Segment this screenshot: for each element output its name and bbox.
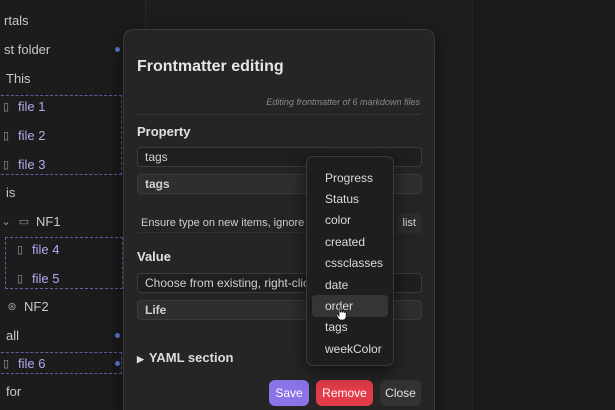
file-icon: ▯: [16, 243, 24, 256]
file-icon: ▯: [2, 158, 10, 171]
file-icon: ▯: [2, 100, 10, 113]
list-toggle-button[interactable]: list: [396, 213, 422, 233]
divider: [137, 114, 421, 115]
sidebar-item-label: NF2: [24, 298, 49, 314]
file-icon: ▯: [2, 129, 10, 142]
sidebar-item-label: all: [6, 327, 20, 343]
chevron-right-icon: ▶: [137, 354, 144, 364]
sidebar-item-label: file 1: [18, 98, 46, 114]
property-heading: Property: [137, 124, 191, 139]
close-button[interactable]: Close: [380, 380, 421, 406]
sidebar-item-all[interactable]: all: [6, 322, 128, 348]
sidebar-item-label: This: [6, 70, 31, 86]
value-heading: Value: [137, 249, 171, 264]
dropdown-item-weekcolor[interactable]: weekColor: [312, 338, 388, 359]
sidebar-item-is[interactable]: is: [6, 179, 15, 205]
unsaved-dot-icon: [115, 47, 120, 52]
sidebar-item-label: file 4: [32, 241, 60, 257]
property-select-value: tags: [145, 177, 170, 191]
hand-cursor-icon: [335, 305, 347, 321]
folder-icon: ▭: [18, 215, 30, 228]
folder-note-icon: ⊛: [7, 300, 17, 313]
sidebar-item-this[interactable]: This: [6, 65, 31, 91]
sidebar-item-label: file 6: [18, 355, 46, 371]
dropdown-item-created[interactable]: created: [312, 231, 388, 252]
value-input-placeholder: Choose from existing, right-clic: [145, 276, 310, 290]
unsaved-dot-icon: [115, 333, 120, 338]
value-select-value: Life: [145, 303, 167, 317]
dropdown-item-color[interactable]: color: [312, 210, 388, 231]
sidebar-item-for[interactable]: for: [6, 378, 21, 404]
file-icon: ▯: [16, 272, 24, 285]
sidebar-item-file-3[interactable]: ▯ file 3: [0, 151, 46, 177]
dropdown-item-order[interactable]: order: [312, 295, 388, 317]
right-pane: [472, 0, 615, 410]
dropdown-item-date[interactable]: date: [312, 274, 388, 295]
sidebar-item-file-4[interactable]: ▯ file 4: [14, 236, 60, 262]
file-icon: ▯: [2, 357, 10, 370]
sidebar-item-label: file 2: [18, 127, 46, 143]
remove-button[interactable]: Remove: [316, 380, 373, 406]
dropdown-item-tags[interactable]: tags: [312, 317, 388, 338]
sidebar-item-nf1[interactable]: ⌄ ▭ NF1: [0, 208, 61, 234]
sidebar-item-label: file 3: [18, 156, 46, 172]
sidebar-item-file-6[interactable]: ▯ file 6: [0, 350, 128, 376]
yaml-section-toggle[interactable]: ▶ YAML section: [137, 350, 233, 365]
chevron-down-icon: ⌄: [1, 215, 11, 228]
ensure-type-label: Ensure type on new items, ignore c: [141, 216, 313, 229]
dropdown-item-cssclasses[interactable]: cssclasses: [312, 253, 388, 274]
sidebar-item-label: file 5: [32, 270, 60, 286]
sidebar-item-label: is: [6, 184, 16, 200]
dropdown-item-progress[interactable]: Progress: [312, 167, 388, 188]
property-input-value: tags: [145, 150, 168, 164]
unsaved-dot-icon: [115, 361, 120, 366]
sidebar-item-label: NF1: [36, 213, 61, 229]
modal-title: Frontmatter editing: [137, 58, 284, 75]
sidebar-item-label: st folder: [4, 41, 51, 57]
yaml-section-label: YAML section: [148, 350, 234, 365]
sidebar-item-test-folder[interactable]: st folder: [4, 36, 128, 62]
save-button[interactable]: Save: [269, 380, 309, 406]
sidebar-item-file-2[interactable]: ▯ file 2: [0, 122, 46, 148]
sidebar-item-portals[interactable]: rtals: [4, 7, 29, 33]
sidebar-item-label: for: [6, 383, 22, 399]
sidebar-item-nf2[interactable]: ⊛ NF2: [6, 293, 49, 319]
modal-subtitle: Editing frontmatter of 6 markdown files: [266, 97, 420, 107]
dropdown-item-status[interactable]: Status: [312, 188, 388, 209]
sidebar-item-label: rtals: [4, 12, 29, 28]
sidebar-item-file-1[interactable]: ▯ file 1: [0, 93, 46, 119]
property-suggestion-dropdown: Progress Status color created cssclasses…: [306, 156, 394, 366]
sidebar-item-file-5[interactable]: ▯ file 5: [14, 265, 60, 291]
